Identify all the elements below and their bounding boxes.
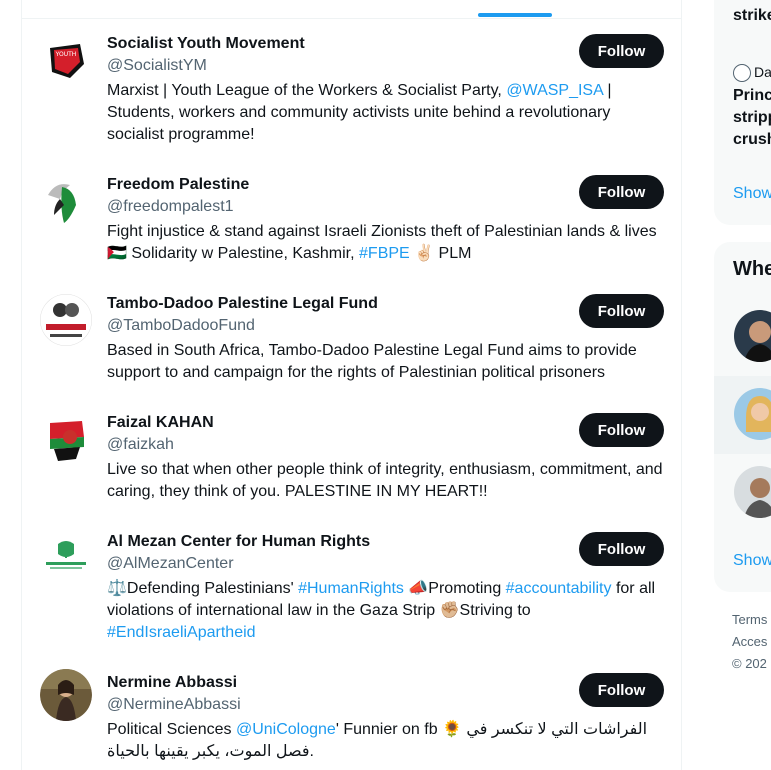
avatar[interactable] — [734, 466, 771, 518]
active-tab-indicator — [478, 13, 552, 17]
user-handle[interactable]: @AlMezanCenter — [107, 554, 234, 574]
hashtag-link[interactable]: #FBPE — [359, 245, 410, 262]
footer-link[interactable]: Terms — [732, 612, 767, 627]
trend-headline-line[interactable]: crush — [733, 129, 771, 151]
right-sidebar: strike Da Princ stripp crush Show Whe Sh… — [714, 0, 771, 770]
user-name[interactable]: Socialist Youth Movement — [107, 34, 305, 54]
bio-text: ✌🏻 PLM — [409, 245, 472, 262]
avatar[interactable] — [40, 175, 92, 227]
trend-headline[interactable]: strike — [733, 5, 771, 27]
trend-author[interactable]: Da — [754, 64, 771, 80]
user-bio: Political Sciences @UniCologne' Funnier … — [107, 719, 667, 763]
trend-headline-line[interactable]: stripp — [733, 107, 771, 129]
bio-text: 📣Promoting — [403, 580, 506, 597]
avatar[interactable] — [40, 669, 92, 721]
avatar[interactable] — [734, 310, 771, 362]
avatar[interactable] — [40, 294, 92, 346]
hashtag-link[interactable]: #HumanRights — [298, 580, 404, 597]
follow-button[interactable]: Follow — [579, 532, 664, 566]
bio-text: Based in South Africa, Tambo-Dadoo Pales… — [107, 342, 637, 381]
user-handle[interactable]: @NermineAbbassi — [107, 695, 241, 715]
mention-link[interactable]: @UniCologne — [236, 721, 336, 738]
publisher-avatar-icon — [733, 64, 751, 82]
trend-headline-line[interactable]: Princ — [733, 85, 771, 107]
user-bio: ⚖️Defending Palestinians' #HumanRights 📣… — [107, 578, 667, 644]
copyright-text: © 202 — [732, 656, 767, 671]
avatar[interactable] — [40, 413, 92, 465]
user-name[interactable]: Tambo-Dadoo Palestine Legal Fund — [107, 294, 378, 314]
show-more-link[interactable]: Show — [733, 185, 771, 203]
user-bio: Based in South Africa, Tambo-Dadoo Pales… — [107, 340, 667, 384]
hashtag-link[interactable]: #accountability — [506, 580, 612, 597]
bio-text: ⚖️Defending Palestinians' — [107, 580, 299, 597]
svg-text:YOUTH: YOUTH — [55, 51, 77, 58]
show-more-link[interactable]: Show — [733, 552, 771, 570]
timeline-column: YOUTH Socialist Youth Movement @Socialis… — [21, 0, 682, 770]
follow-button[interactable]: Follow — [579, 34, 664, 68]
user-name[interactable]: Faizal KAHAN — [107, 413, 214, 433]
follow-button[interactable]: Follow — [579, 294, 664, 328]
follow-button[interactable]: Follow — [579, 175, 664, 209]
user-bio: Marxist | Youth League of the Workers & … — [107, 80, 667, 146]
user-handle[interactable]: @faizkah — [107, 435, 174, 455]
trends-card: strike Da Princ stripp crush Show — [714, 0, 771, 225]
bio-text: Live so that when other people think of … — [107, 461, 663, 500]
who-to-follow-title: Whe — [733, 258, 771, 280]
user-bio: Live so that when other people think of … — [107, 459, 667, 503]
bio-text: Marxist | Youth League of the Workers & … — [107, 82, 507, 99]
who-to-follow-card: Whe Show — [714, 242, 771, 592]
user-handle[interactable]: @SocialistYM — [107, 56, 207, 76]
footer-link[interactable]: Acces — [732, 634, 767, 649]
user-name[interactable]: Nermine Abbassi — [107, 673, 237, 693]
avatar[interactable] — [40, 532, 92, 584]
avatar[interactable]: YOUTH — [40, 34, 92, 86]
tab-bar — [22, 0, 681, 19]
user-name[interactable]: Al Mezan Center for Human Rights — [107, 532, 370, 552]
hashtag-link[interactable]: #EndIsraeliApartheid — [107, 624, 256, 641]
mention-link[interactable]: @WASP_ISA — [506, 82, 603, 99]
user-handle[interactable]: @TamboDadooFund — [107, 316, 255, 336]
bio-text: Political Sciences — [107, 721, 236, 738]
follow-button[interactable]: Follow — [579, 413, 664, 447]
follow-button[interactable]: Follow — [579, 673, 664, 707]
user-bio: Fight injustice & stand against Israeli … — [107, 221, 667, 265]
user-name[interactable]: Freedom Palestine — [107, 175, 249, 195]
user-handle[interactable]: @freedompalest1 — [107, 197, 234, 217]
